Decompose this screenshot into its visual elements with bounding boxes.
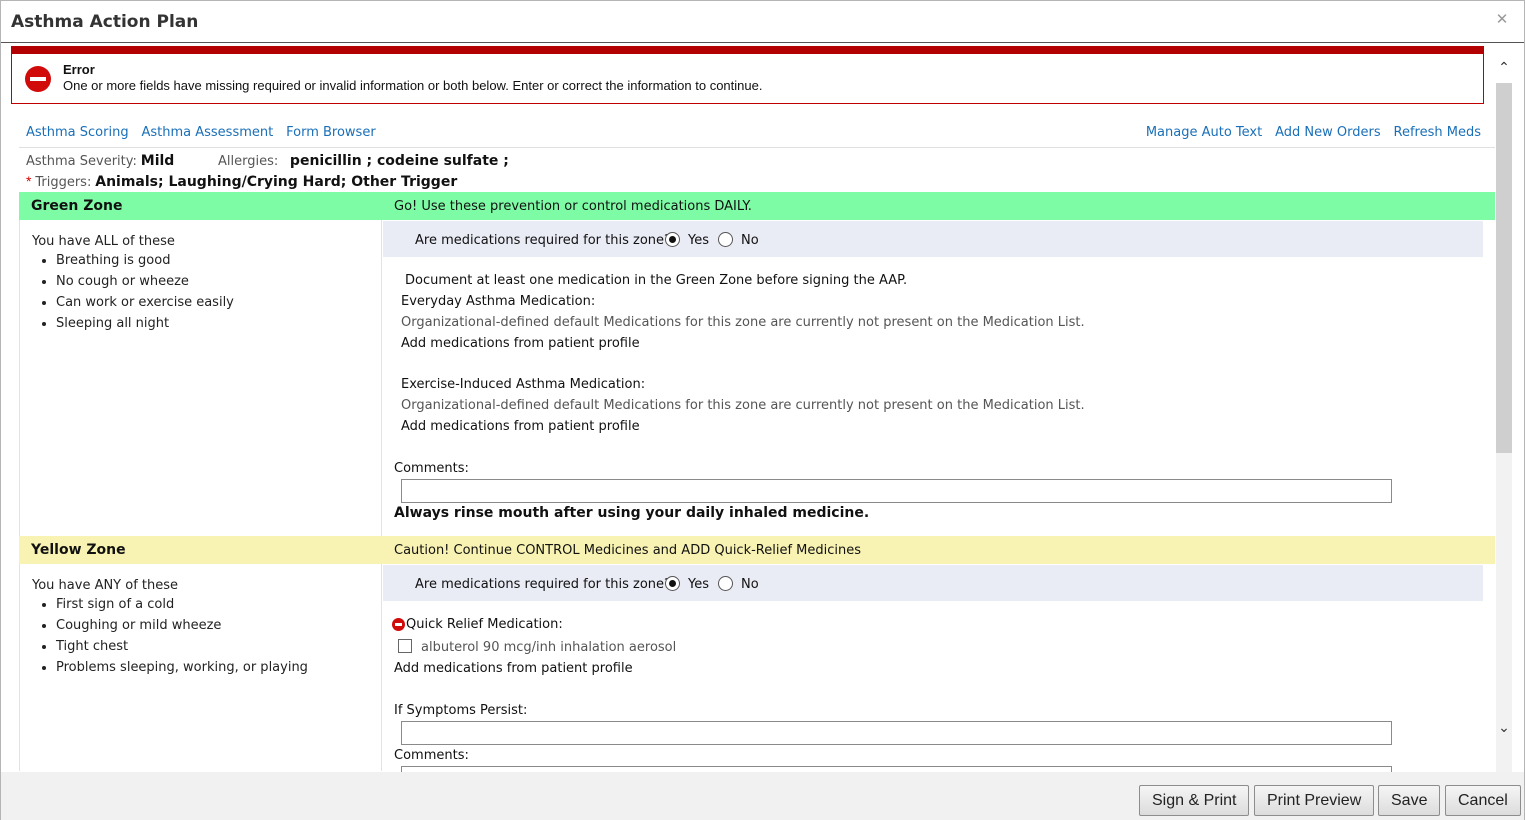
list-item: Problems sleeping, working, or playing — [56, 657, 308, 678]
error-message: One or more fields have missing required… — [63, 78, 763, 93]
dialog-title: Asthma Action Plan — [11, 12, 199, 32]
list-item: Can work or exercise easily — [56, 292, 234, 313]
scrollbar-thumb[interactable] — [1496, 83, 1512, 453]
green-zone-message: Go! Use these prevention or control medi… — [394, 199, 752, 214]
green-zone-med-question: Are medications required for this zone? … — [383, 221, 1483, 257]
yellow-zone-symptom-list: First sign of a cold Coughing or mild wh… — [32, 594, 308, 678]
yellow-zone-header: Yellow Zone Caution! Continue CONTROL Me… — [19, 536, 1495, 564]
save-button[interactable]: Save — [1378, 785, 1441, 816]
green-zone-symptom-list: Breathing is good No cough or wheeze Can… — [32, 250, 234, 334]
list-item: Coughing or mild wheeze — [56, 615, 308, 636]
print-preview-button[interactable]: Print Preview — [1254, 785, 1375, 816]
scroll-up-icon[interactable]: ⌃ — [1494, 59, 1514, 77]
required-error-icon — [392, 618, 405, 631]
albuterol-label: albuterol 90 mcg/inh inhalation aerosol — [421, 640, 677, 655]
triggers-row: * Triggers: Animals; Laughing/Crying Har… — [26, 173, 457, 190]
patient-info: Asthma Severity: Mild Allergies: penicil… — [19, 147, 1495, 191]
triggers-label: Triggers: — [35, 175, 92, 190]
yellow-comments-label: Comments: — [394, 748, 469, 763]
top-links-left: Asthma Scoring Asthma Assessment Form Br… — [26, 123, 385, 140]
yellow-zone-message: Caution! Continue CONTROL Medicines and … — [394, 543, 862, 558]
no-label: No — [741, 577, 759, 592]
list-item: Breathing is good — [56, 250, 234, 271]
yellow-add-meds-link[interactable]: Add medications from patient profile — [394, 661, 633, 676]
cancel-button[interactable]: Cancel — [1445, 785, 1521, 816]
link-add-new-orders[interactable]: Add New Orders — [1275, 125, 1381, 140]
severity-label: Asthma Severity: — [26, 154, 137, 169]
link-refresh-meds[interactable]: Refresh Meds — [1394, 125, 1481, 140]
link-asthma-scoring[interactable]: Asthma Scoring — [26, 125, 129, 140]
yellow-zone-name: Yellow Zone — [31, 542, 126, 558]
yellow-yes-radio[interactable] — [665, 576, 680, 591]
list-item: Sleeping all night — [56, 313, 234, 334]
scroll-down-icon[interactable]: ⌄ — [1494, 719, 1514, 737]
question-text: Are medications required for this zone? — [415, 233, 671, 248]
sign-print-button[interactable]: Sign & Print — [1139, 785, 1250, 816]
link-manage-auto-text[interactable]: Manage Auto Text — [1146, 125, 1262, 140]
green-doc-note: Document at least one medication in the … — [405, 273, 908, 288]
yellow-no-radio[interactable] — [718, 576, 733, 591]
yes-label: Yes — [688, 577, 709, 592]
asthma-action-plan-dialog: Asthma Action Plan ✕ Error One or more f… — [0, 0, 1525, 820]
green-comments-label: Comments: — [394, 461, 469, 476]
link-form-browser[interactable]: Form Browser — [286, 125, 376, 140]
title-bar: Asthma Action Plan ✕ — [1, 1, 1524, 43]
green-zone-lead: You have ALL of these — [32, 234, 175, 249]
error-title: Error — [63, 62, 95, 77]
allergies-row: Allergies: penicillin ; codeine sulfate … — [218, 152, 509, 169]
required-asterisk: * — [26, 173, 32, 189]
no-label: No — [741, 233, 759, 248]
yellow-zone-med-question: Are medications required for this zone? … — [383, 565, 1483, 601]
green-comments-field[interactable] — [401, 479, 1392, 503]
green-zone-symptoms: You have ALL of these Breathing is good … — [19, 220, 382, 536]
allergies-label: Allergies: — [218, 154, 279, 169]
green-zone-header: Green Zone Go! Use these prevention or c… — [19, 192, 1495, 220]
link-asthma-assessment[interactable]: Asthma Assessment — [141, 125, 273, 140]
severity-value: Mild — [140, 153, 175, 169]
green-zone-name: Green Zone — [31, 198, 123, 214]
allergies-value: penicillin ; codeine sulfate ; — [289, 153, 509, 169]
yellow-zone-lead: You have ANY of these — [32, 578, 179, 593]
everyday-med-note: Organizational-defined default Medicatio… — [401, 315, 1085, 330]
top-links-right: Manage Auto Text Add New Orders Refresh … — [1137, 123, 1481, 140]
exercise-add-meds-link[interactable]: Add medications from patient profile — [401, 419, 640, 434]
albuterol-checkbox[interactable] — [398, 639, 412, 653]
persist-field[interactable] — [401, 721, 1392, 745]
question-text: Are medications required for this zone? — [415, 577, 671, 592]
exercise-med-label: Exercise-Induced Asthma Medication: — [401, 377, 646, 392]
footer-bar: Sign & Print Print Preview Save Cancel — [1, 772, 1524, 820]
list-item: First sign of a cold — [56, 594, 308, 615]
everyday-med-label: Everyday Asthma Medication: — [401, 294, 596, 309]
exercise-med-note: Organizational-defined default Medicatio… — [401, 398, 1085, 413]
quick-relief-label: Quick Relief Medication: — [406, 617, 563, 632]
green-no-radio[interactable] — [718, 232, 733, 247]
everyday-add-meds-link[interactable]: Add medications from patient profile — [401, 336, 640, 351]
rinse-note: Always rinse mouth after using your dail… — [394, 505, 870, 521]
error-banner: Error One or more fields have missing re… — [11, 46, 1484, 104]
triggers-value: Animals; Laughing/Crying Hard; Other Tri… — [95, 174, 458, 190]
yellow-zone-symptoms: You have ANY of these First sign of a co… — [19, 564, 382, 771]
close-icon[interactable]: ✕ — [1494, 12, 1510, 28]
yes-label: Yes — [688, 233, 709, 248]
list-item: No cough or wheeze — [56, 271, 234, 292]
error-stop-icon — [25, 66, 51, 92]
persist-label: If Symptoms Persist: — [394, 703, 528, 718]
list-item: Tight chest — [56, 636, 308, 657]
severity-row: Asthma Severity: Mild — [26, 152, 174, 169]
green-yes-radio[interactable] — [665, 232, 680, 247]
